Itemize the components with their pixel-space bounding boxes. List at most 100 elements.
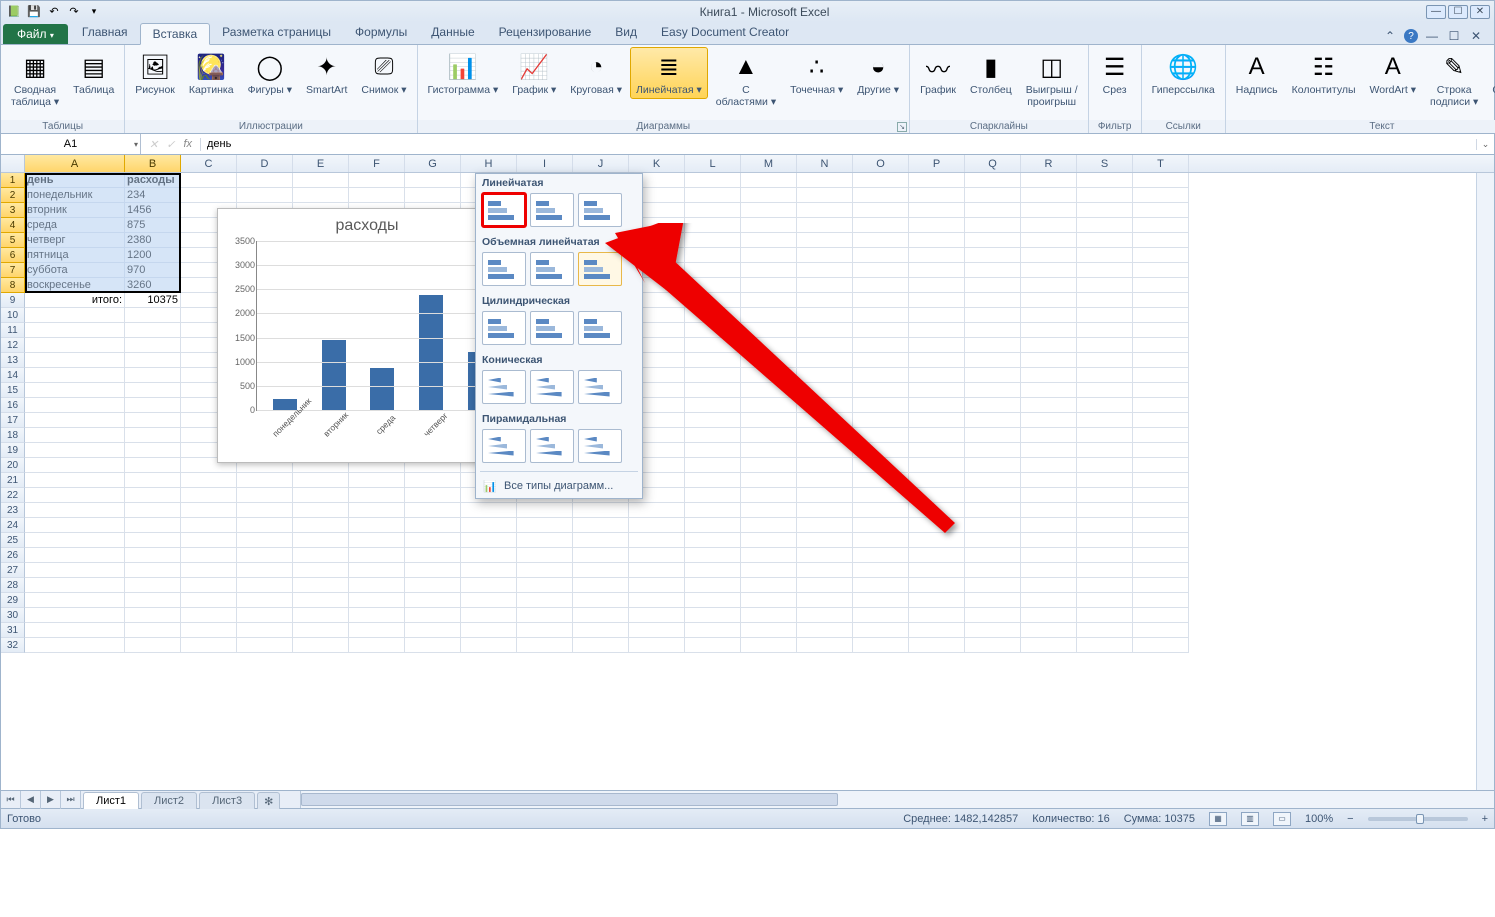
cell-B4[interactable]: 875 [125, 218, 181, 233]
cell-K30[interactable] [629, 608, 685, 623]
cell-D28[interactable] [237, 578, 293, 593]
name-box[interactable]: A1▾ [1, 134, 141, 154]
cell-A22[interactable] [25, 488, 125, 503]
cell-B25[interactable] [125, 533, 181, 548]
cell-A24[interactable] [25, 518, 125, 533]
cell-R21[interactable] [1021, 473, 1077, 488]
ribbon-minimize-icon[interactable]: ⌃ [1382, 28, 1398, 44]
cell-O15[interactable] [853, 383, 909, 398]
row-header-13[interactable]: 13 [1, 353, 25, 368]
cell-F26[interactable] [349, 548, 405, 563]
cell-F25[interactable] [349, 533, 405, 548]
cell-F29[interactable] [349, 593, 405, 608]
ribbon-btn-other[interactable]: ◒Другие ▾ [851, 47, 905, 99]
cell-D22[interactable] [237, 488, 293, 503]
cell-G29[interactable] [405, 593, 461, 608]
cell-T20[interactable] [1133, 458, 1189, 473]
cell-Q10[interactable] [965, 308, 1021, 323]
cell-A29[interactable] [25, 593, 125, 608]
cell-L3[interactable] [685, 203, 741, 218]
cell-L2[interactable] [685, 188, 741, 203]
cell-A21[interactable] [25, 473, 125, 488]
cell-P22[interactable] [909, 488, 965, 503]
cell-Q11[interactable] [965, 323, 1021, 338]
cell-Q5[interactable] [965, 233, 1021, 248]
col-header-K[interactable]: K [629, 155, 685, 172]
cell-M31[interactable] [741, 623, 797, 638]
cell-S14[interactable] [1077, 368, 1133, 383]
cell-O6[interactable] [853, 248, 909, 263]
cell-A3[interactable]: вторник [25, 203, 125, 218]
cell-L16[interactable] [685, 398, 741, 413]
cell-O16[interactable] [853, 398, 909, 413]
cell-P32[interactable] [909, 638, 965, 653]
cell-S2[interactable] [1077, 188, 1133, 203]
cell-N22[interactable] [797, 488, 853, 503]
cell-Q24[interactable] [965, 518, 1021, 533]
cell-M23[interactable] [741, 503, 797, 518]
cell-R3[interactable] [1021, 203, 1077, 218]
cell-C24[interactable] [181, 518, 237, 533]
cell-P21[interactable] [909, 473, 965, 488]
cell-S10[interactable] [1077, 308, 1133, 323]
cell-A19[interactable] [25, 443, 125, 458]
cell-T22[interactable] [1133, 488, 1189, 503]
cell-L14[interactable] [685, 368, 741, 383]
row-header-8[interactable]: 8 [1, 278, 25, 293]
cell-A25[interactable] [25, 533, 125, 548]
cell-M3[interactable] [741, 203, 797, 218]
cell-M18[interactable] [741, 428, 797, 443]
row-header-7[interactable]: 7 [1, 263, 25, 278]
formula-input[interactable]: день [201, 138, 1476, 150]
cell-Q1[interactable] [965, 173, 1021, 188]
cell-C21[interactable] [181, 473, 237, 488]
cell-S11[interactable] [1077, 323, 1133, 338]
cell-M4[interactable] [741, 218, 797, 233]
chart-type-thumb[interactable] [578, 311, 622, 345]
cell-L12[interactable] [685, 338, 741, 353]
cell-S15[interactable] [1077, 383, 1133, 398]
cell-I31[interactable] [517, 623, 573, 638]
cell-R18[interactable] [1021, 428, 1077, 443]
cell-K29[interactable] [629, 593, 685, 608]
fx-icon[interactable]: fx [179, 138, 196, 151]
cell-N8[interactable] [797, 278, 853, 293]
cell-O10[interactable] [853, 308, 909, 323]
cell-Q28[interactable] [965, 578, 1021, 593]
cell-B10[interactable] [125, 308, 181, 323]
cell-R27[interactable] [1021, 563, 1077, 578]
row-header-14[interactable]: 14 [1, 368, 25, 383]
cell-N32[interactable] [797, 638, 853, 653]
cell-A7[interactable]: суббота [25, 263, 125, 278]
cell-L26[interactable] [685, 548, 741, 563]
cell-P18[interactable] [909, 428, 965, 443]
row-header-28[interactable]: 28 [1, 578, 25, 593]
cell-P28[interactable] [909, 578, 965, 593]
cell-P19[interactable] [909, 443, 965, 458]
cell-B1[interactable]: расходы [125, 173, 181, 188]
help-icon[interactable]: ? [1404, 29, 1418, 43]
cell-D30[interactable] [237, 608, 293, 623]
cell-J26[interactable] [573, 548, 629, 563]
cell-Q20[interactable] [965, 458, 1021, 473]
cell-I23[interactable] [517, 503, 573, 518]
col-header-Q[interactable]: Q [965, 155, 1021, 172]
col-header-N[interactable]: N [797, 155, 853, 172]
cell-M10[interactable] [741, 308, 797, 323]
cell-B28[interactable] [125, 578, 181, 593]
cell-O13[interactable] [853, 353, 909, 368]
cell-B15[interactable] [125, 383, 181, 398]
cell-B27[interactable] [125, 563, 181, 578]
cell-B30[interactable] [125, 608, 181, 623]
cell-N13[interactable] [797, 353, 853, 368]
cell-L11[interactable] [685, 323, 741, 338]
chart-type-thumb[interactable] [530, 252, 574, 286]
cell-Q27[interactable] [965, 563, 1021, 578]
cell-R14[interactable] [1021, 368, 1077, 383]
cell-D31[interactable] [237, 623, 293, 638]
cell-L24[interactable] [685, 518, 741, 533]
cell-E29[interactable] [293, 593, 349, 608]
row-header-25[interactable]: 25 [1, 533, 25, 548]
chart-type-thumb[interactable] [482, 370, 526, 404]
cell-O22[interactable] [853, 488, 909, 503]
